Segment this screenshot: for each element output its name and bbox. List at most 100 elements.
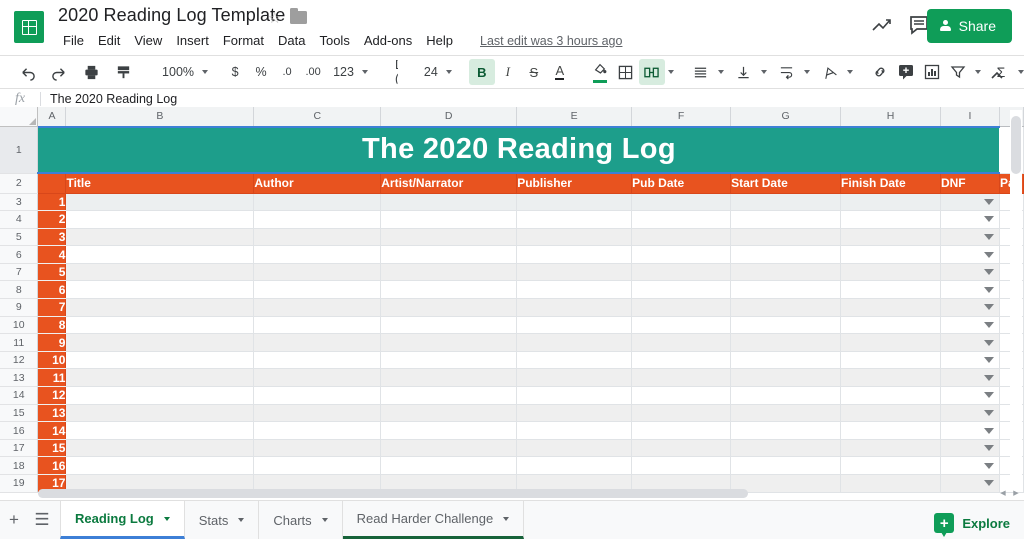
table-cell[interactable] [65, 298, 255, 317]
table-cell[interactable] [253, 386, 382, 405]
all-sheets-icon[interactable]: ☰ [28, 501, 56, 539]
table-cell[interactable] [65, 439, 255, 458]
vertical-scroll-thumb[interactable] [1011, 116, 1021, 174]
activity-trend-icon[interactable] [870, 14, 894, 38]
table-cell[interactable] [380, 263, 518, 282]
data-validation-cell[interactable] [940, 421, 1000, 440]
filter-icon[interactable] [945, 59, 971, 85]
fill-color-button[interactable] [587, 59, 613, 85]
entry-number-cell[interactable]: 12 [37, 386, 67, 405]
table-cell[interactable] [65, 368, 255, 388]
horizontal-scroll-thumb[interactable] [38, 489, 748, 498]
table-cell[interactable] [730, 316, 842, 335]
data-validation-cell[interactable] [940, 298, 1000, 317]
chevron-down-icon[interactable] [803, 70, 810, 74]
dropdown-arrow-icon[interactable] [983, 269, 994, 276]
dropdown-arrow-icon[interactable] [983, 198, 994, 205]
currency-format-button[interactable]: $ [222, 59, 248, 85]
dropdown-arrow-icon[interactable] [983, 304, 994, 311]
row-header[interactable]: 2 [0, 173, 39, 194]
table-cell[interactable] [631, 193, 732, 212]
table-cell[interactable] [65, 210, 255, 229]
bold-button[interactable]: B [468, 59, 495, 85]
table-cell[interactable] [380, 316, 518, 335]
chevron-down-icon[interactable] [760, 70, 767, 74]
data-validation-cell[interactable] [940, 386, 1000, 405]
row-header[interactable]: 6 [0, 245, 39, 264]
row-header[interactable]: 4 [0, 210, 39, 229]
table-cell[interactable] [631, 263, 732, 282]
column-header-e[interactable]: E [516, 107, 633, 127]
table-cell[interactable] [380, 404, 518, 423]
table-cell[interactable] [840, 280, 941, 300]
row-header[interactable]: 5 [0, 228, 39, 247]
menu-item-file[interactable]: File [56, 31, 91, 50]
data-validation-cell[interactable] [940, 245, 1000, 264]
entry-number-cell[interactable]: 8 [37, 316, 67, 335]
row-header[interactable]: 12 [0, 351, 39, 370]
vertical-align-button[interactable] [731, 59, 757, 85]
row-header[interactable]: 15 [0, 404, 39, 423]
table-cell[interactable] [730, 263, 842, 282]
table-cell[interactable] [840, 404, 941, 423]
table-header-cell[interactable]: Artist/Narrator [380, 173, 518, 194]
dropdown-arrow-icon[interactable] [983, 427, 994, 434]
data-validation-cell[interactable] [940, 316, 1000, 335]
entry-number-cell[interactable]: 15 [37, 439, 67, 458]
table-cell[interactable] [380, 421, 518, 440]
table-cell[interactable] [516, 210, 633, 229]
text-rotation-button[interactable] [817, 59, 843, 85]
table-cell[interactable] [380, 228, 518, 247]
data-validation-cell[interactable] [940, 368, 1000, 388]
strikethrough-button[interactable]: S [521, 59, 547, 85]
table-cell[interactable] [380, 210, 518, 229]
entry-number-cell[interactable]: 4 [37, 245, 67, 264]
table-cell[interactable] [631, 404, 732, 423]
table-cell[interactable] [65, 193, 255, 212]
select-all-corner[interactable] [0, 107, 39, 127]
table-cell[interactable] [380, 333, 518, 352]
chevron-down-icon[interactable] [717, 70, 724, 74]
data-validation-cell[interactable] [940, 404, 1000, 423]
table-cell[interactable] [380, 245, 518, 264]
dropdown-arrow-icon[interactable] [983, 321, 994, 328]
table-cell[interactable] [730, 333, 842, 352]
banner-title-cell[interactable]: The 2020 Reading Log [37, 126, 1000, 174]
table-cell[interactable] [516, 421, 633, 440]
table-cell[interactable] [253, 210, 382, 229]
table-cell[interactable] [380, 368, 518, 388]
menu-item-data[interactable]: Data [271, 31, 312, 50]
entry-number-cell[interactable]: 16 [37, 456, 67, 475]
table-cell[interactable] [631, 351, 732, 370]
menu-item-help[interactable]: Help [419, 31, 460, 50]
table-cell[interactable] [380, 280, 518, 300]
entry-number-cell[interactable]: 5 [37, 263, 67, 282]
sheet-table[interactable]: A B C D E F G H I 1 The 2020 Reading Log 2 Title Auth… [0, 107, 1024, 493]
table-cell[interactable] [380, 439, 518, 458]
entry-number-cell[interactable]: 10 [37, 351, 67, 370]
table-header-cell[interactable]: Author [253, 173, 382, 194]
table-header-cell[interactable]: Start Date [730, 173, 842, 194]
table-header-cell[interactable]: Finish Date [840, 173, 941, 194]
insert-comment-icon[interactable] [893, 59, 919, 85]
table-cell[interactable] [253, 228, 382, 247]
table-cell[interactable] [730, 386, 842, 405]
formula-input[interactable] [41, 89, 1024, 109]
table-cell[interactable] [253, 333, 382, 352]
table-cell[interactable] [516, 228, 633, 247]
table-cell[interactable] [840, 245, 941, 264]
document-title[interactable]: 2020 Reading Log Template [58, 5, 285, 26]
column-header-b[interactable]: B [65, 107, 255, 127]
table-cell[interactable] [840, 456, 941, 475]
table-cell[interactable] [65, 316, 255, 335]
table-header-cell[interactable]: Pub Date [631, 173, 732, 194]
menu-item-view[interactable]: View [127, 31, 169, 50]
italic-button[interactable]: I [495, 59, 521, 85]
row-header[interactable]: 18 [0, 456, 39, 475]
table-cell[interactable] [516, 386, 633, 405]
table-cell[interactable] [516, 368, 633, 388]
spreadsheet-grid[interactable]: A B C D E F G H I 1 The 2020 Reading Log 2 Title Auth… [0, 107, 1024, 499]
decrease-decimal-button[interactable]: .0 [274, 59, 300, 85]
borders-button[interactable] [613, 59, 639, 85]
table-cell[interactable] [840, 228, 941, 247]
